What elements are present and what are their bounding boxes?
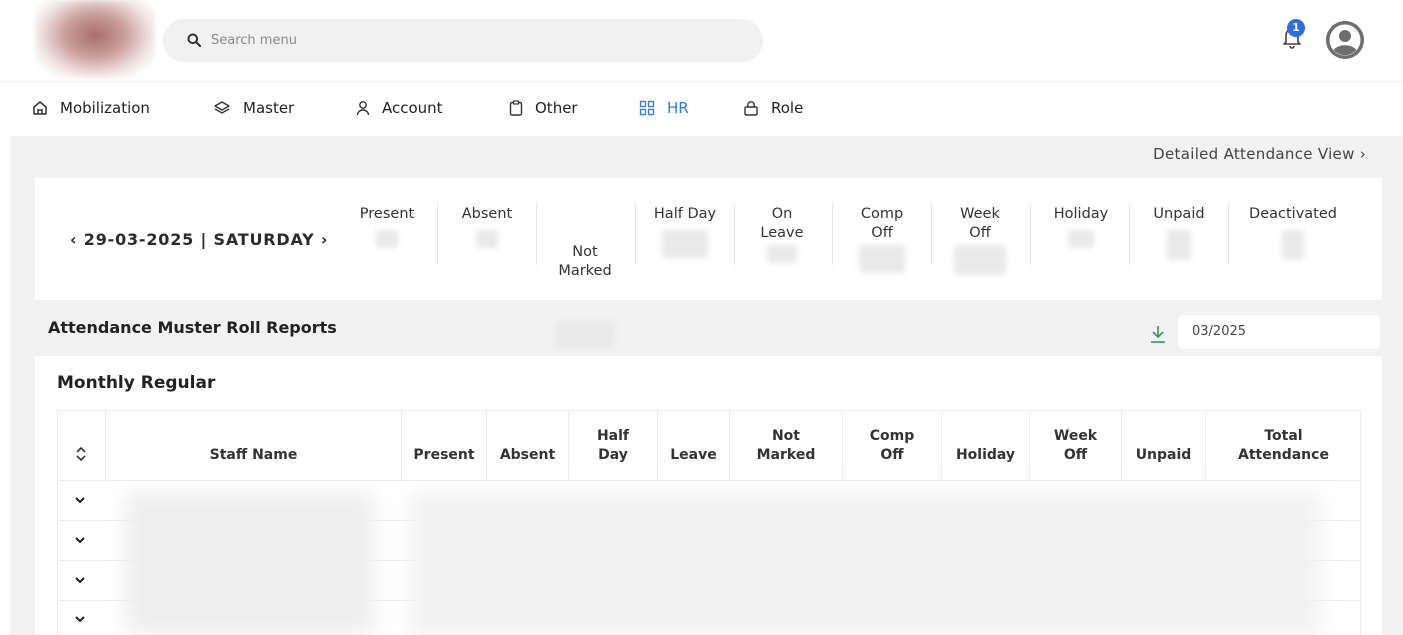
stat-value-redacted [376, 230, 398, 248]
search-input[interactable] [211, 19, 731, 62]
date-navigator[interactable]: ‹ 29-03-2025 | SATURDAY › [70, 230, 328, 249]
stat-week-off: Week Off [945, 205, 1015, 275]
stat-value-redacted [767, 245, 797, 263]
stat-divider [437, 203, 438, 265]
stat-value-redacted [556, 321, 614, 349]
stat-label: On Leave [760, 206, 804, 241]
grid-icon [639, 100, 655, 116]
nav-label: Other [535, 99, 578, 117]
stat-label: Deactivated [1249, 206, 1337, 222]
month-picker-input[interactable]: 03/2025 [1178, 315, 1380, 349]
stat-absent: Absent [452, 205, 522, 248]
stat-label: Week Off [960, 206, 1000, 241]
stat-label: Half Day [653, 206, 717, 222]
top-bar: 1 [0, 0, 1403, 82]
redacted-attendance-values [410, 492, 1320, 635]
user-avatar-icon[interactable] [1326, 21, 1364, 59]
nav-item-other[interactable]: Other [509, 97, 578, 119]
nav-item-master[interactable]: Master [213, 97, 294, 119]
stat-not-marked: Not Marked [550, 205, 620, 368]
stat-value-redacted [1068, 230, 1094, 248]
expand-row-chevron-icon[interactable] [73, 535, 87, 545]
stat-unpaid: Unpaid [1144, 205, 1214, 260]
nav-label: Mobilization [60, 99, 150, 117]
row-divider [57, 480, 1361, 481]
stat-label: Absent [461, 206, 513, 222]
main-nav: Mobilization Master Account Other HR Rol… [0, 82, 1403, 136]
column-header-staff-name[interactable]: Staff Name [105, 410, 401, 480]
download-icon[interactable] [1149, 324, 1167, 344]
stat-divider [734, 203, 735, 265]
layers-icon [214, 101, 230, 114]
nav-item-account[interactable]: Account [356, 97, 443, 119]
column-header-unpaid[interactable]: Unpaid [1121, 410, 1205, 480]
detailed-attendance-view-link[interactable]: Detailed Attendance View › [1153, 145, 1366, 163]
section-title: Attendance Muster Roll Reports [48, 318, 337, 337]
stat-value-redacted [954, 245, 1006, 275]
stat-value-redacted [662, 230, 708, 258]
nav-label: HR [667, 99, 689, 117]
column-header-not-marked[interactable]: Not Marked [729, 410, 842, 480]
stat-holiday: Holiday [1044, 205, 1118, 248]
column-header-absent[interactable]: Absent [486, 410, 568, 480]
column-header-holiday[interactable]: Holiday [941, 410, 1029, 480]
search-icon [187, 33, 201, 47]
stat-value-redacted [1167, 230, 1191, 260]
column-header-present[interactable]: Present [401, 410, 486, 480]
search-bar[interactable] [163, 19, 763, 62]
stat-label: Comp Off [860, 206, 904, 241]
stat-divider [1228, 203, 1229, 265]
expand-row-chevron-icon[interactable] [73, 614, 87, 624]
column-header-total-attendance[interactable]: Total Attendance [1205, 410, 1361, 480]
expand-row-chevron-icon[interactable] [73, 495, 87, 505]
column-header-half-day[interactable]: Half Day [568, 410, 657, 480]
stat-divider [1030, 203, 1031, 265]
stat-deactivated: Deactivated [1238, 205, 1348, 260]
stat-divider [1129, 203, 1130, 265]
sort-icon [76, 446, 86, 462]
clipboard-icon [509, 100, 523, 116]
nav-label: Account [382, 99, 443, 117]
sort-column-header[interactable] [57, 410, 105, 480]
stat-label: Not Marked [558, 244, 612, 279]
stat-label: Holiday [1053, 206, 1109, 222]
nav-item-mobilization[interactable]: Mobilization [32, 97, 150, 119]
table-title: Monthly Regular [57, 373, 216, 393]
user-icon [356, 101, 370, 116]
nav-item-hr[interactable]: HR [639, 97, 689, 119]
stat-comp-off: Comp Off [847, 205, 917, 273]
stat-on-leave: On Leave [747, 205, 817, 263]
stat-label: Present [359, 206, 415, 222]
stat-value-redacted [1282, 230, 1304, 260]
home-icon [33, 101, 47, 115]
stat-divider [536, 203, 537, 265]
stat-divider [931, 203, 932, 265]
nav-item-role[interactable]: Role [743, 97, 803, 119]
nav-label: Master [243, 99, 295, 117]
stat-label: Unpaid [1153, 206, 1205, 222]
expand-row-chevron-icon[interactable] [73, 575, 87, 585]
stat-half-day: Half Day [646, 205, 724, 258]
nav-label: Role [771, 99, 804, 117]
redacted-staff-names [125, 492, 375, 635]
stat-present: Present [352, 205, 422, 248]
column-header-week-off[interactable]: Week Off [1029, 410, 1121, 480]
column-header-leave[interactable]: Leave [657, 410, 729, 480]
stat-value-redacted [859, 245, 905, 273]
stat-value-redacted [476, 230, 498, 248]
company-logo[interactable] [35, 0, 155, 78]
column-header-comp-off[interactable]: Comp Off [842, 410, 941, 480]
notification-badge: 1 [1287, 19, 1305, 37]
stat-divider [832, 203, 833, 265]
lock-icon [744, 101, 758, 116]
stat-divider [635, 203, 636, 265]
